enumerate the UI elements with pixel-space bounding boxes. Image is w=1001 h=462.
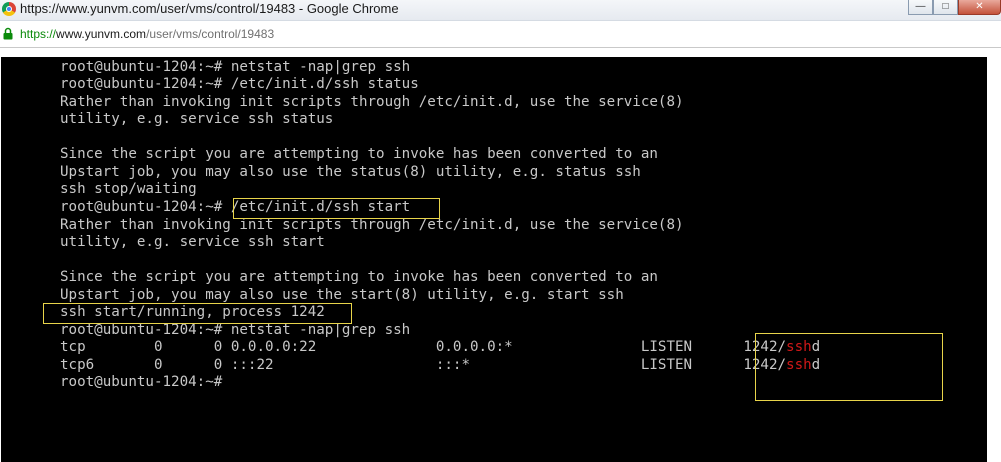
terminal-line: ssh stop/waiting [60,181,197,197]
page-content: root@ubuntu-1204:~# netstat -nap|grep ss… [0,48,1001,462]
lock-icon [3,27,13,40]
terminal-line: Upstart job, you may also use the status… [60,164,641,180]
terminal-line: Rather than invoking init scripts throug… [60,94,684,110]
address-bar[interactable]: https://www.yunvm.com/user/vms/control/1… [0,21,1001,48]
window-title: https://www.yunvm.com/user/vms/control/1… [20,1,399,16]
window-controls: — □ ✕ [908,0,1001,17]
highlight-box-start-command [233,198,440,219]
terminal-line: root@ubuntu-1204:~# netstat -nap|grep ss… [60,59,411,75]
terminal-line: utility, e.g. service ssh start [60,234,325,250]
terminal-line: root@ubuntu-1204:~# [60,374,223,390]
url-host: www.yunvm.com [56,27,147,41]
terminal-line: Since the script you are attempting to i… [60,269,658,285]
url-scheme: https:// [20,27,57,41]
chrome-icon [2,2,16,16]
highlight-box-pid [755,333,943,401]
terminal-line: utility, e.g. service ssh status [60,111,334,127]
highlight-box-running-status [43,303,352,324]
terminal-line: tcp6 0 0 :::22 :::* LISTEN 1242/sshd [60,357,820,374]
terminal-console[interactable]: root@ubuntu-1204:~# netstat -nap|grep ss… [1,57,987,462]
terminal-line: Rather than invoking init scripts throug… [60,217,684,233]
terminal-line: tcp 0 0 0.0.0.0:22 0.0.0.0:* LISTEN 1242… [60,339,820,356]
url-path: /user/vms/control/19483 [146,27,275,41]
terminal-line: root@ubuntu-1204:~# /etc/init.d/ssh stat… [60,76,419,92]
url-text[interactable]: https://www.yunvm.com/user/vms/control/1… [20,27,274,41]
terminal-line: Upstart job, you may also use the start(… [60,287,624,303]
close-button[interactable]: ✕ [958,0,1001,15]
minimize-button[interactable]: — [908,0,933,15]
netstat-tcp6-row: tcp6 0 0 :::22 :::* LISTEN 1242/ [60,357,787,373]
maximize-button[interactable]: □ [933,0,958,15]
window-titlebar: https://www.yunvm.com/user/vms/control/1… [0,0,1001,21]
terminal-line: root@ubuntu-1204:~# netstat -nap|grep ss… [60,322,411,338]
terminal-line: Since the script you are attempting to i… [60,146,658,162]
netstat-tcp-row: tcp 0 0 0.0.0.0:22 0.0.0.0:* LISTEN 1242… [60,339,787,355]
